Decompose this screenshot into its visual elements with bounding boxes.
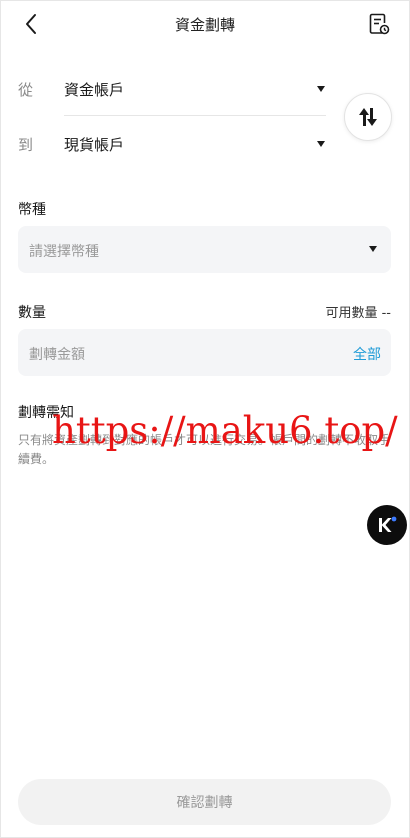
to-account-value: 現貨帳戶	[64, 136, 125, 154]
currency-label: 幣種	[18, 202, 46, 218]
header: 資金劃轉	[0, 0, 410, 50]
from-label: 從	[18, 81, 34, 99]
max-all-button[interactable]: 全部	[353, 344, 381, 364]
watermark-url: https://maku6.top/	[52, 409, 398, 452]
page-title: 資金劃轉	[174, 16, 235, 34]
currency-select[interactable]: 請選擇幣種	[18, 226, 391, 273]
amount-placeholder: 劃轉金額	[29, 347, 85, 363]
available-amount: 可用數量 --	[325, 306, 391, 321]
amount-input[interactable]: 劃轉金額 全部	[18, 329, 391, 376]
k-logo-icon	[379, 516, 397, 532]
floating-app-button[interactable]	[367, 505, 407, 545]
caret-down-icon	[317, 86, 325, 92]
from-account-value: 資金帳戶	[64, 81, 125, 99]
divider	[64, 115, 326, 116]
currency-placeholder: 請選擇幣種	[29, 244, 99, 260]
from-account-select[interactable]: 資金帳戶	[60, 70, 335, 106]
confirm-transfer-button[interactable]: 確認劃轉	[18, 779, 391, 825]
to-account-select[interactable]: 現貨帳戶	[60, 125, 335, 161]
swap-arrows-icon	[359, 108, 377, 126]
amount-label: 數量	[18, 305, 46, 321]
to-label: 到	[18, 136, 34, 154]
caret-down-icon	[317, 141, 325, 147]
swap-accounts-button[interactable]	[344, 93, 392, 141]
caret-down-icon	[369, 246, 377, 252]
document-history-icon[interactable]	[368, 12, 390, 36]
